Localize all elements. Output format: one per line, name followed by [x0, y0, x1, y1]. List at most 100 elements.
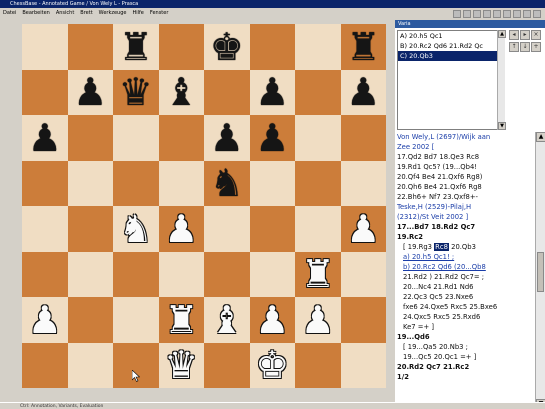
- white-knight-icon[interactable]: ♞: [119, 210, 153, 248]
- square-b7[interactable]: ♟: [67, 69, 113, 115]
- notation-line[interactable]: Teske,H (2529)-Pilaj,H: [397, 202, 533, 212]
- square-g2[interactable]: ♟: [295, 297, 341, 343]
- notation-line[interactable]: 17.Qd2 Bd7 18.Qe3 Rc8: [397, 152, 533, 162]
- square-g8[interactable]: [295, 24, 341, 70]
- menu-item-4[interactable]: Werkzeuge: [96, 8, 130, 19]
- square-a4[interactable]: [22, 206, 68, 252]
- white-queen-icon[interactable]: ♛: [164, 346, 198, 384]
- square-e6[interactable]: ♟: [204, 115, 250, 161]
- notation-line[interactable]: 22.Bh6+ Nf7 23.Qxf8+-: [397, 192, 533, 202]
- square-c4[interactable]: ♞: [113, 206, 159, 252]
- square-b2[interactable]: [67, 297, 113, 343]
- square-c6[interactable]: [113, 115, 159, 161]
- square-f6[interactable]: ♟: [249, 115, 295, 161]
- white-pawn-icon[interactable]: ♟: [255, 301, 289, 339]
- print-icon[interactable]: [483, 9, 491, 18]
- square-e5[interactable]: ♞: [204, 160, 250, 206]
- black-queen-icon[interactable]: ♛: [119, 73, 153, 111]
- notation-line[interactable]: b) 20.Rc2 Qd6 (20...Qb8: [397, 262, 533, 272]
- black-pawn-icon[interactable]: ♟: [28, 119, 62, 157]
- square-a3[interactable]: [22, 251, 68, 297]
- variation-item[interactable]: A) 20.h5 Qc1: [398, 31, 504, 41]
- variation-button-2[interactable]: ▸: [520, 30, 530, 40]
- notation-line[interactable]: 20.Qf4 Be4 21.Qxf6 Rg8): [397, 172, 533, 182]
- forward-icon[interactable]: [503, 9, 511, 18]
- engine-icon[interactable]: [523, 9, 531, 18]
- scroll-up-icon[interactable]: ▲: [536, 132, 545, 142]
- square-g6[interactable]: [295, 115, 341, 161]
- white-pawn-icon[interactable]: ♟: [28, 301, 62, 339]
- notation-line[interactable]: [ 19...Qa5 20.Nb3 ;: [397, 342, 533, 352]
- notation-line[interactable]: 20...Nc4 21.Rd1 Nd6: [397, 282, 533, 292]
- square-g4[interactable]: [295, 206, 341, 252]
- square-a5[interactable]: [22, 160, 68, 206]
- help-icon[interactable]: [533, 9, 541, 18]
- square-d1[interactable]: ♛: [158, 342, 204, 388]
- variation-button-3[interactable]: ×: [531, 30, 541, 40]
- white-pawn-icon[interactable]: ♟: [301, 301, 335, 339]
- black-knight-icon[interactable]: ♞: [210, 164, 244, 202]
- square-f1[interactable]: ♚: [249, 342, 295, 388]
- square-h3[interactable]: [340, 251, 386, 297]
- notation-line[interactable]: 24.Qxc5 Rxc5 25.Rxd6: [397, 312, 533, 322]
- square-h1[interactable]: [340, 342, 386, 388]
- black-pawn-icon[interactable]: ♟: [73, 73, 107, 111]
- flip-icon[interactable]: [513, 9, 521, 18]
- square-d8[interactable]: [158, 24, 204, 70]
- square-b5[interactable]: [67, 160, 113, 206]
- notation-pane[interactable]: Von Wely,L (2697)/Wijk aan Zee 2002 [17.Q…: [395, 132, 535, 409]
- scroll-up-icon[interactable]: ▲: [498, 30, 506, 38]
- notation-line[interactable]: Von Wely,L (2697)/Wijk aan: [397, 132, 533, 142]
- notation-line[interactable]: 21.Rd2 ) 21.Rd2 Qc7= ;: [397, 272, 533, 282]
- square-f5[interactable]: [249, 160, 295, 206]
- square-f3[interactable]: [249, 251, 295, 297]
- notation-line[interactable]: 19...Qc5 20.Qc1 =+ ]: [397, 352, 533, 362]
- square-h8[interactable]: ♜: [340, 24, 386, 70]
- menu-item-2[interactable]: Ansicht: [53, 8, 77, 19]
- notation-line[interactable]: (2312)/St Veit 2002 ]: [397, 212, 533, 222]
- notation-scrollbar[interactable]: ▲ ▼: [535, 132, 545, 409]
- black-pawn-icon[interactable]: ♟: [346, 73, 380, 111]
- notation-line[interactable]: 20.Qh6 Be4 21.Qxf6 Rg8: [397, 182, 533, 192]
- square-d2[interactable]: ♜: [158, 297, 204, 343]
- white-pawn-icon[interactable]: ♟: [346, 210, 380, 248]
- menu-item-6[interactable]: Fenster: [147, 8, 172, 19]
- square-b6[interactable]: [67, 115, 113, 161]
- square-h5[interactable]: [340, 160, 386, 206]
- square-f2[interactable]: ♟: [249, 297, 295, 343]
- menu-item-0[interactable]: Datei: [0, 8, 19, 19]
- notation-line[interactable]: 19.Rd1 Qc5? (19...Qb4!: [397, 162, 533, 172]
- save-icon[interactable]: [473, 9, 481, 18]
- square-e3[interactable]: [204, 251, 250, 297]
- notation-line[interactable]: 20.Rd2 Qc7 21.Rc2: [397, 362, 533, 372]
- notation-line[interactable]: 19.Rc2: [397, 232, 533, 242]
- square-c3[interactable]: [113, 251, 159, 297]
- white-pawn-icon[interactable]: ♟: [164, 210, 198, 248]
- variation-button-4[interactable]: ↑: [509, 42, 519, 52]
- variation-list[interactable]: A) 20.h5 Qc1 B) 20.Rc2 Qd6 21.Rd2 Qc C) 20…: [397, 30, 505, 130]
- notation-line[interactable]: 1/2: [397, 372, 533, 382]
- menu-item-3[interactable]: Brett: [77, 8, 95, 19]
- square-b8[interactable]: [67, 24, 113, 70]
- open-icon[interactable]: [463, 9, 471, 18]
- square-e1[interactable]: [204, 342, 250, 388]
- notation-line[interactable]: Zee 2002 [: [397, 142, 533, 152]
- square-e8[interactable]: ♚: [204, 24, 250, 70]
- notation-line[interactable]: 22.Qc3 Qc5 23.Nxe6: [397, 292, 533, 302]
- square-h2[interactable]: [340, 297, 386, 343]
- variation-button-1[interactable]: ◂: [509, 30, 519, 40]
- white-rook-icon[interactable]: ♜: [164, 301, 198, 339]
- square-e4[interactable]: [204, 206, 250, 252]
- square-d6[interactable]: [158, 115, 204, 161]
- square-e2[interactable]: ♝: [204, 297, 250, 343]
- black-rook-icon[interactable]: ♜: [119, 28, 153, 66]
- variation-list-scrollbar[interactable]: ▲ ▼: [497, 30, 506, 130]
- square-a2[interactable]: ♟: [22, 297, 68, 343]
- square-c8[interactable]: ♜: [113, 24, 159, 70]
- black-pawn-icon[interactable]: ♟: [210, 119, 244, 157]
- square-h4[interactable]: ♟: [340, 206, 386, 252]
- variation-item[interactable]: B) 20.Rc2 Qd6 21.Rd2 Qc: [398, 41, 504, 51]
- variation-button-6[interactable]: +: [531, 42, 541, 52]
- variation-item[interactable]: C) 20.Qb3: [398, 51, 504, 61]
- square-c5[interactable]: [113, 160, 159, 206]
